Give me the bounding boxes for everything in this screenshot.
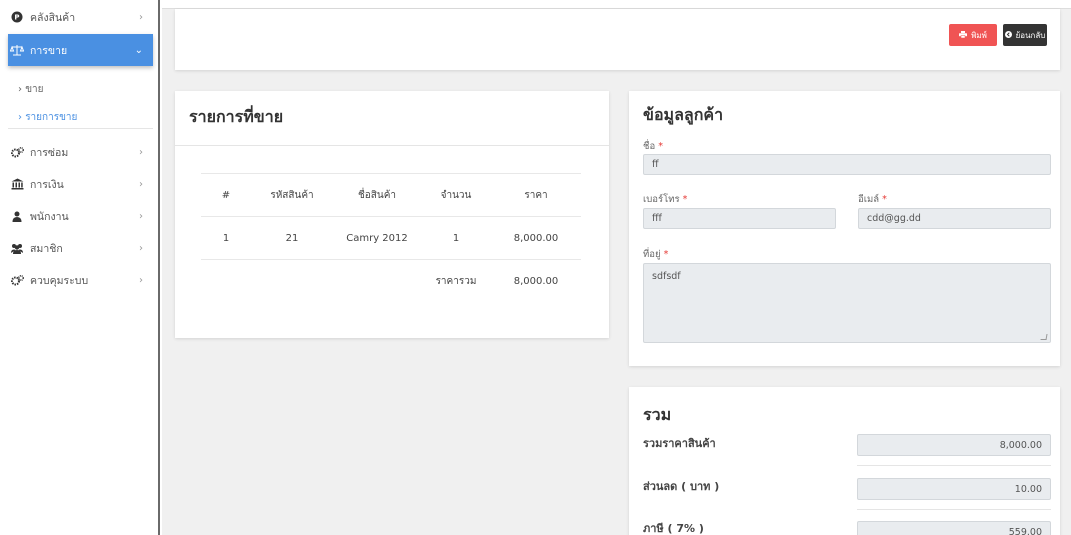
column-header: ชื่อสินค้า: [333, 173, 421, 217]
chevron-down-icon: ⌄: [134, 44, 143, 56]
sidebar-item-label: การขาย: [30, 44, 68, 57]
chevron-right-icon: ›: [139, 210, 143, 222]
name-field[interactable]: ff: [643, 154, 1051, 175]
phone-label: เบอร์โทร *: [643, 194, 688, 205]
summary-title: รวม: [643, 405, 672, 424]
total-row: ราคารวม 8,000.00: [201, 260, 581, 303]
main-content: พิมพ์ ย้อนกลับ รายการที่ขาย # รหัสสินค้า…: [162, 8, 1071, 535]
sidebar: P คลังสินค้า › การขาย ⌄ › ขาย › รายการขา…: [0, 0, 160, 535]
cell-price: 8,000.00: [491, 216, 581, 260]
sidebar-item-members[interactable]: สมาชิก ›: [8, 236, 153, 260]
back-label: ย้อนกลับ: [1015, 30, 1046, 40]
vat-label: ภาษี ( 7% ): [643, 522, 704, 535]
gears-icon: [8, 146, 26, 158]
summary-card: รวม รวมราคาสินค้า 8,000.00 ส่วนลด ( บาท …: [629, 387, 1060, 535]
divider: [8, 128, 153, 129]
sidebar-item-employee[interactable]: พนักงาน ›: [8, 204, 153, 228]
discount-field[interactable]: 10.00: [857, 478, 1051, 500]
user-icon: [8, 211, 26, 222]
sidebar-item-sales[interactable]: การขาย ⌄: [8, 34, 153, 66]
table-row: 1 21 Camry 2012 1 8,000.00: [201, 216, 581, 260]
sidebar-item-label: พนักงาน: [30, 210, 69, 223]
column-header: จำนวน: [421, 173, 491, 217]
column-header: #: [201, 173, 251, 217]
gears-icon: [8, 274, 26, 286]
sale-items-table: # รหัสสินค้า ชื่อสินค้า จำนวน ราคา 1 21 …: [201, 173, 581, 303]
print-button[interactable]: พิมพ์: [949, 24, 997, 46]
printer-icon: [959, 30, 968, 40]
sidebar-item-repair[interactable]: การซ่อม ›: [8, 140, 153, 164]
users-icon: [8, 243, 26, 254]
total-label: ราคารวม: [435, 275, 477, 287]
divider: [175, 145, 609, 146]
cell-name: Camry 2012: [333, 216, 421, 260]
back-button[interactable]: ย้อนกลับ: [1003, 24, 1047, 46]
sale-list-title: รายการที่ขาย: [189, 107, 284, 126]
sidebar-subitem-label: ขาย: [25, 84, 44, 95]
sidebar-item-system-control[interactable]: ควบคุมระบบ ›: [8, 268, 153, 292]
cell-qty: 1: [421, 216, 491, 260]
chevron-right-icon: ›: [139, 242, 143, 254]
column-header: รหัสสินค้า: [251, 173, 333, 217]
subtotal-field[interactable]: 8,000.00: [857, 434, 1051, 456]
chevron-right-icon: ›: [139, 178, 143, 190]
resize-handle-icon[interactable]: [1040, 334, 1048, 340]
scale-icon: [8, 44, 26, 56]
bank-icon: [8, 178, 26, 190]
customer-card: ข้อมูลลูกค้า ชื่อ * ff เบอร์โทร * fff อี…: [629, 91, 1060, 366]
chevron-right-icon: ›: [139, 274, 143, 286]
product-icon: P: [8, 11, 26, 23]
toolbar-card: พิมพ์ ย้อนกลับ: [175, 9, 1060, 70]
sidebar-subitem-sales-list[interactable]: › รายการขาย: [18, 110, 77, 125]
sidebar-item-inventory[interactable]: P คลังสินค้า ›: [8, 5, 153, 29]
cell-no: 1: [201, 216, 251, 260]
subtotal-label: รวมราคาสินค้า: [643, 437, 716, 450]
svg-text:P: P: [14, 14, 19, 22]
cell-code: 21: [251, 216, 333, 260]
sidebar-item-label: การเงิน: [30, 178, 64, 191]
sidebar-item-label: ควบคุมระบบ: [30, 274, 89, 287]
divider: [857, 465, 1051, 466]
sale-list-card: รายการที่ขาย # รหัสสินค้า ชื่อสินค้า จำน…: [175, 91, 609, 338]
sidebar-item-label: การซ่อม: [30, 146, 69, 159]
discount-label: ส่วนลด ( บาท ): [643, 480, 720, 493]
sidebar-item-label: คลังสินค้า: [30, 11, 76, 24]
email-label: อีเมล์ *: [858, 194, 887, 205]
address-textarea[interactable]: sdfsdf: [643, 263, 1051, 343]
print-label: พิมพ์: [971, 30, 987, 40]
sidebar-subitem-label: รายการขาย: [25, 112, 78, 123]
sidebar-item-finance[interactable]: การเงิน ›: [8, 172, 153, 196]
table-header-row: # รหัสสินค้า ชื่อสินค้า จำนวน ราคา: [201, 173, 581, 217]
address-value: sdfsdf: [652, 271, 681, 282]
total-value: 8,000.00: [513, 275, 559, 287]
name-label: ชื่อ *: [643, 141, 663, 152]
chevron-right-icon: ›: [139, 146, 143, 158]
vat-field[interactable]: 559.00: [857, 521, 1051, 535]
sidebar-subitem-sell[interactable]: › ขาย: [18, 82, 44, 97]
customer-title: ข้อมูลลูกค้า: [643, 105, 724, 124]
column-header: ราคา: [491, 173, 581, 217]
divider: [857, 509, 1051, 510]
chevron-right-icon: ›: [139, 11, 143, 23]
email-field[interactable]: cdd@gg.dd: [858, 208, 1051, 229]
sidebar-item-label: สมาชิก: [30, 242, 63, 255]
address-label: ที่อยู่ *: [643, 249, 669, 260]
back-circle-icon: [1004, 30, 1012, 40]
phone-field[interactable]: fff: [643, 208, 836, 229]
